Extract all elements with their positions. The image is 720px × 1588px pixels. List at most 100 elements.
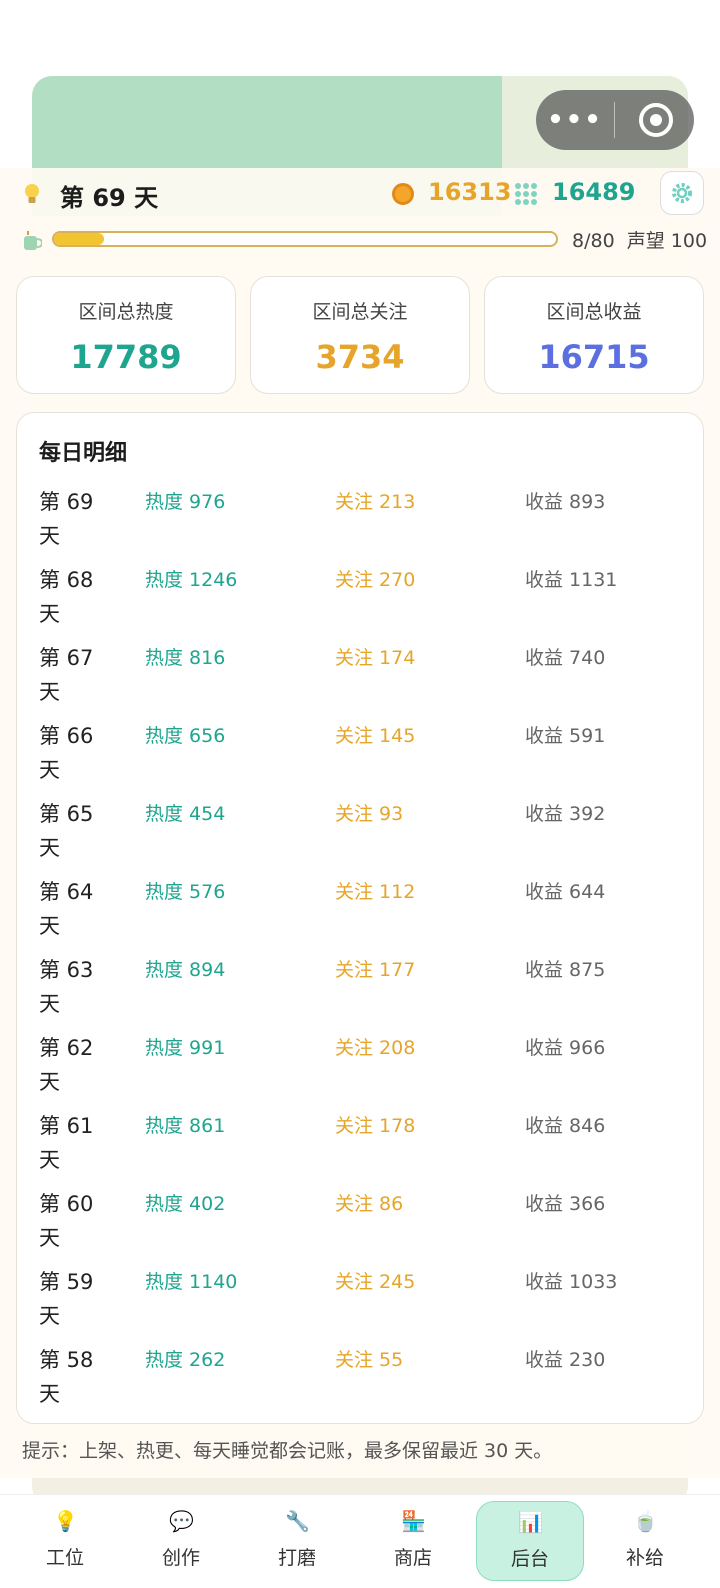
- gem-icon: [515, 183, 537, 205]
- daily-row: 第 68 天 热度 1246 关注 270 收益 1131: [39, 563, 689, 641]
- follow-value: 关注 213: [335, 491, 416, 513]
- stat-label: 区间总热度: [78, 301, 174, 323]
- heat-value: 热度 976: [145, 491, 226, 513]
- daily-row: 第 61 天 热度 861 关注 178 收益 846: [39, 1109, 689, 1187]
- nav-item-0[interactable]: 💡 工位: [7, 1495, 123, 1588]
- more-icon[interactable]: •••: [536, 105, 614, 135]
- status-bar: 第 69 天 16313 16489: [0, 168, 720, 222]
- day-label: 第 60 天: [39, 1192, 94, 1250]
- follow-value: 关注 55: [335, 1349, 404, 1371]
- daily-row: 第 60 天 热度 402 关注 86 收益 366: [39, 1187, 689, 1265]
- follow-value: 关注 174: [335, 647, 416, 669]
- daily-row: 第 66 天 热度 656 关注 145 收益 591: [39, 719, 689, 797]
- cup-icon: [24, 231, 42, 250]
- stat-label: 区间总收益: [546, 301, 642, 323]
- day-label: 第 64 天: [39, 880, 94, 938]
- reputation-text: 声望 100: [626, 230, 708, 252]
- income-value: 收益 875: [525, 959, 606, 981]
- day-label: 第 69 天: [60, 184, 159, 212]
- follow-value: 关注 93: [335, 803, 404, 825]
- gem-value: 16489: [552, 178, 636, 206]
- follow-value: 关注 177: [335, 959, 416, 981]
- daily-row: 第 65 天 热度 454 关注 93 收益 392: [39, 797, 689, 875]
- progress-count: 8/80: [572, 230, 615, 252]
- heat-value: 热度 1140: [145, 1271, 238, 1293]
- follow-value: 关注 86: [335, 1193, 404, 1215]
- heat-value: 热度 576: [145, 881, 226, 903]
- day-label: 第 68 天: [39, 568, 94, 626]
- income-value: 收益 740: [525, 647, 606, 669]
- income-value: 收益 966: [525, 1037, 606, 1059]
- stat-card-income: 区间总收益 16715: [484, 276, 704, 394]
- income-value: 收益 1131: [525, 569, 618, 591]
- close-miniprogram-icon[interactable]: [639, 103, 673, 137]
- nav-label: 创作: [161, 1547, 200, 1569]
- income-value: 收益 392: [525, 803, 606, 825]
- stat-label: 区间总关注: [312, 301, 408, 323]
- daily-row: 第 64 天 热度 576 关注 112 收益 644: [39, 875, 689, 953]
- daily-row: 第 62 天 热度 991 关注 208 收益 966: [39, 1031, 689, 1109]
- nav-item-3[interactable]: 🏪 商店: [355, 1495, 471, 1588]
- heat-value: 热度 861: [145, 1115, 226, 1137]
- daily-detail-title: 每日明细: [39, 441, 128, 466]
- settings-button[interactable]: [660, 171, 704, 215]
- bulb-icon: [25, 184, 39, 203]
- nav-label: 补给: [625, 1547, 664, 1569]
- follow-value: 关注 112: [335, 881, 416, 903]
- bottom-nav: 💡 工位 💬 创作 🔧 打磨 🏪 商店 📊 后台 🍵 补给: [0, 1494, 720, 1588]
- nav-label: 后台: [510, 1548, 549, 1570]
- progress-row: 8/80 声望 100: [0, 222, 720, 262]
- heat-value: 热度 656: [145, 725, 226, 747]
- nav-item-2[interactable]: 🔧 打磨: [239, 1495, 355, 1588]
- nav-item-5[interactable]: 🍵 补给: [587, 1495, 703, 1588]
- cup-icon: 🍵: [633, 1509, 658, 1533]
- heat-value: 热度 816: [145, 647, 226, 669]
- nav-label: 打磨: [277, 1547, 316, 1569]
- heat-value: 热度 1246: [145, 569, 238, 591]
- progress-fill: [54, 233, 105, 245]
- gear-icon: [672, 183, 692, 203]
- miniprogram-capsule: •••: [536, 90, 694, 150]
- day-label: 第 61 天: [39, 1114, 94, 1172]
- daily-row: 第 67 天 热度 816 关注 174 收益 740: [39, 641, 689, 719]
- income-value: 收益 591: [525, 725, 606, 747]
- income-value: 收益 644: [525, 881, 606, 903]
- bulb-icon: 💡: [53, 1509, 78, 1533]
- wrench-icon: 🔧: [285, 1509, 310, 1533]
- day-label: 第 58 天: [39, 1348, 94, 1406]
- follow-value: 关注 270: [335, 569, 416, 591]
- income-value: 收益 230: [525, 1349, 606, 1371]
- chart-icon: 📊: [518, 1510, 543, 1534]
- stat-card-follow: 区间总关注 3734: [250, 276, 470, 394]
- nav-item-4[interactable]: 📊 后台: [476, 1501, 584, 1581]
- income-value: 收益 1033: [525, 1271, 618, 1293]
- tip-text: 提示：上架、热更、每天睡觉都会记账，最多保留最近 30 天。: [22, 1440, 553, 1462]
- chat-icon: 💬: [169, 1509, 194, 1533]
- daily-row: 第 63 天 热度 894 关注 177 收益 875: [39, 953, 689, 1031]
- coin-icon: [392, 183, 414, 205]
- day-label: 第 69 天: [39, 490, 94, 548]
- heat-value: 热度 262: [145, 1349, 226, 1371]
- income-value: 收益 366: [525, 1193, 606, 1215]
- day-label: 第 65 天: [39, 802, 94, 860]
- heat-value: 热度 402: [145, 1193, 226, 1215]
- day-label: 第 63 天: [39, 958, 94, 1016]
- nav-item-1[interactable]: 💬 创作: [123, 1495, 239, 1588]
- heat-value: 热度 894: [145, 959, 226, 981]
- daily-row: 第 59 天 热度 1140 关注 245 收益 1033: [39, 1265, 689, 1343]
- heat-value: 热度 454: [145, 803, 226, 825]
- income-value: 收益 846: [525, 1115, 606, 1137]
- follow-value: 关注 178: [335, 1115, 416, 1137]
- day-label: 第 66 天: [39, 724, 94, 782]
- stat-card-heat: 区间总热度 17789: [16, 276, 236, 394]
- nav-label: 商店: [393, 1547, 432, 1569]
- stat-value: 17789: [70, 338, 182, 376]
- day-label: 第 62 天: [39, 1036, 94, 1094]
- coin-value: 16313: [428, 178, 512, 206]
- store-icon: 🏪: [401, 1509, 426, 1533]
- follow-value: 关注 245: [335, 1271, 416, 1293]
- daily-detail-card: 每日明细 第 69 天 热度 976 关注 213 收益 893 第 68 天 热度 12…: [16, 412, 704, 1424]
- heat-value: 热度 991: [145, 1037, 226, 1059]
- progress-bar: [52, 231, 558, 247]
- capsule-divider: [614, 102, 615, 138]
